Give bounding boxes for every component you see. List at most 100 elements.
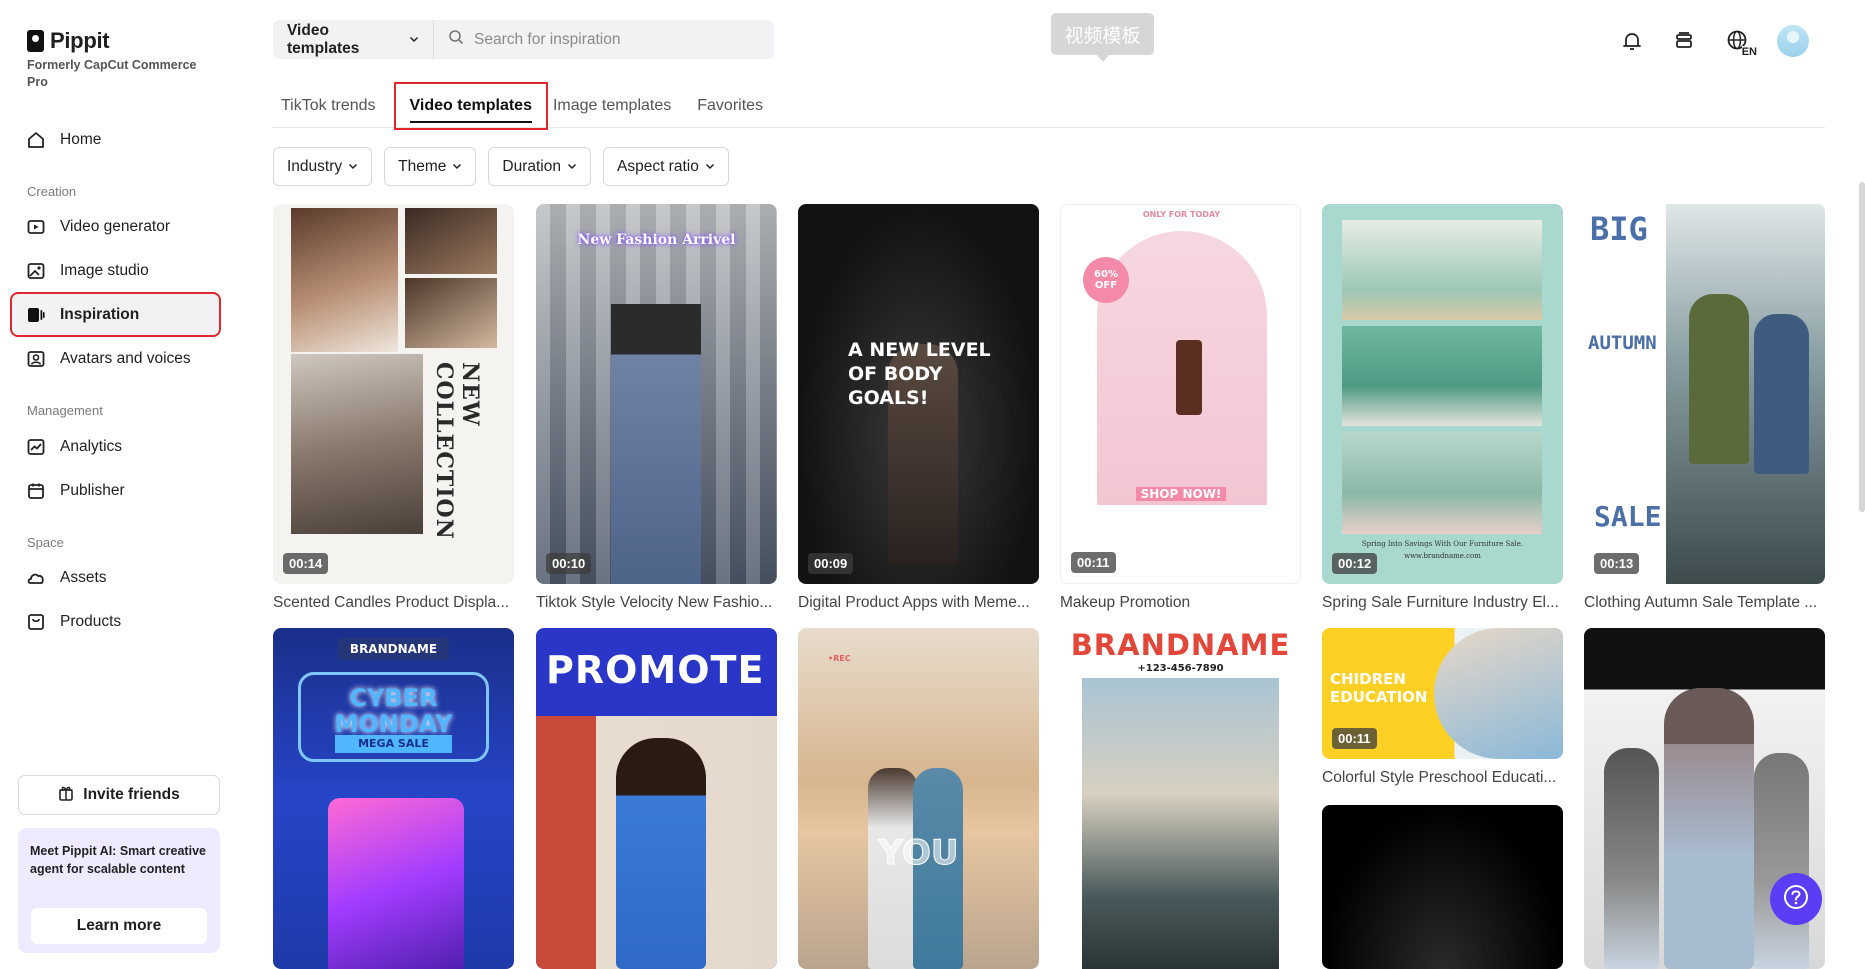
search-icon xyxy=(448,29,464,50)
duration-badge: 00:14 xyxy=(283,553,329,574)
tab-favorites[interactable]: Favorites xyxy=(692,84,768,128)
duration-badge: 00:11 xyxy=(1071,552,1116,573)
template-title: Clothing Autumn Sale Template ... xyxy=(1584,594,1818,611)
image-studio-icon xyxy=(26,261,46,281)
product-box-icon xyxy=(26,612,46,632)
sidebar: Pippit Formerly CapCut Commerce Pro Home… xyxy=(0,0,264,969)
template-thumbnail[interactable]: PROMOTE xyxy=(536,628,777,969)
overlay-text: A NEW LEVEL OF BODY GOALS! xyxy=(848,339,991,409)
sidebar-item-label: Avatars and voices xyxy=(60,349,191,367)
template-thumbnail[interactable]: BRANDNAME CYBER MONDAY MEGA SALE xyxy=(273,628,514,969)
pippit-logo-icon xyxy=(27,30,44,52)
overlay-text: MEGA SALE xyxy=(335,735,452,753)
chevron-down-icon xyxy=(409,31,419,49)
template-card[interactable]: BRANDNAME CYBER MONDAY MEGA SALE xyxy=(273,628,514,969)
sidebar-item-analytics[interactable]: Analytics xyxy=(12,426,219,467)
template-card[interactable]: BIG AUTUMN SALE 00:13 Clothing Autumn Sa… xyxy=(1584,204,1825,612)
overlay-text: SHOP NOW! xyxy=(1136,487,1226,501)
template-card[interactable]: BRANDNAME +123-456-7890 xyxy=(1060,628,1301,969)
learn-more-button[interactable]: Learn more xyxy=(31,908,207,944)
template-thumbnail[interactable]: A NEW LEVEL OF BODY GOALS! 00:09 xyxy=(798,204,1039,584)
template-thumbnail[interactable]: CHIDREN EDUCATION 00:11 xyxy=(1322,628,1563,759)
language-code: EN xyxy=(1741,46,1757,58)
template-card[interactable]: •REC YOU xyxy=(798,628,1039,969)
sidebar-item-label: Home xyxy=(60,130,102,148)
sidebar-item-assets[interactable]: Assets xyxy=(12,557,219,598)
template-card[interactable]: CHIDREN EDUCATION 00:11 Colorful Style P… xyxy=(1322,628,1563,787)
template-thumbnail[interactable]: BRANDNAME +123-456-7890 xyxy=(1060,628,1301,969)
template-tabs: TikTok trends Video templates Image temp… xyxy=(273,82,1825,130)
sidebar-item-products[interactable]: Products xyxy=(12,601,219,642)
sidebar-item-video-generator[interactable]: Video generator xyxy=(12,206,219,247)
pippit-ai-promo: Meet Pippit AI: Smart creative agent for… xyxy=(18,828,220,953)
sidebar-item-label: Publisher xyxy=(60,481,125,499)
filter-label: Aspect ratio xyxy=(616,157,699,175)
invite-friends-button[interactable]: Invite friends xyxy=(18,775,220,815)
user-avatar[interactable] xyxy=(1777,25,1809,57)
help-button[interactable] xyxy=(1770,873,1822,925)
filter-theme[interactable]: Theme xyxy=(384,147,477,186)
section-label-space: Space xyxy=(27,535,64,550)
template-card[interactable]: PROMOTE xyxy=(536,628,777,969)
overlay-text: AUTUMN xyxy=(1588,332,1657,354)
duration-badge: 00:12 xyxy=(1332,553,1378,574)
template-title: Digital Product Apps with Meme... xyxy=(798,594,1030,611)
calendar-icon xyxy=(26,481,46,501)
chevron-down-icon xyxy=(452,158,462,176)
filter-duration[interactable]: Duration xyxy=(488,147,591,186)
notification-bell-icon[interactable] xyxy=(1617,26,1647,56)
search-bar: Video templates xyxy=(273,20,774,59)
search-input[interactable] xyxy=(474,30,774,49)
tab-image-templates[interactable]: Image templates xyxy=(548,84,676,128)
promo-text: Meet Pippit AI: Smart creative agent for… xyxy=(30,844,206,876)
template-card[interactable]: New Fashion Arrivel 00:10 Tiktok Style V… xyxy=(536,204,777,612)
overlay-text: New Fashion Arrivel xyxy=(577,232,736,248)
sidebar-item-image-studio[interactable]: Image studio xyxy=(12,250,219,291)
template-thumbnail[interactable]: NEW COLLECTION 00:14 xyxy=(273,204,514,584)
template-card[interactable]: Spring Into Savings With Our Furniture S… xyxy=(1322,204,1563,612)
tab-video-templates[interactable]: Video templates xyxy=(393,82,548,130)
tooltip: 视频模板 xyxy=(1051,13,1154,62)
template-card[interactable] xyxy=(1322,805,1563,969)
inspiration-icon xyxy=(26,305,46,325)
question-mark-icon xyxy=(1783,884,1809,915)
duration-badge: 00:11 xyxy=(1332,728,1377,749)
search-scope-dropdown[interactable]: Video templates xyxy=(273,20,434,59)
brand-logo[interactable]: Pippit xyxy=(27,28,110,54)
sidebar-item-label: Inspiration xyxy=(60,305,140,323)
filter-label: Duration xyxy=(502,157,561,175)
invite-friends-label: Invite friends xyxy=(83,786,180,803)
template-title: Makeup Promotion xyxy=(1060,594,1191,611)
sidebar-item-publisher[interactable]: Publisher xyxy=(12,470,219,511)
search-scope-label: Video templates xyxy=(287,21,360,57)
overlay-text: YOU xyxy=(878,833,959,874)
sidebar-item-avatars-voices[interactable]: Avatars and voices xyxy=(12,338,219,379)
template-thumbnail[interactable]: BIG AUTUMN SALE 00:13 xyxy=(1584,204,1825,584)
template-thumbnail[interactable]: Spring Into Savings With Our Furniture S… xyxy=(1322,204,1563,584)
language-globe-icon[interactable]: EN xyxy=(1721,26,1757,58)
template-card[interactable]: A NEW LEVEL OF BODY GOALS! 00:09 Digital… xyxy=(798,204,1039,612)
sidebar-item-home[interactable]: Home xyxy=(12,119,219,160)
template-thumbnail[interactable]: ONLY FOR TODAY 60% OFF SHOP NOW! 00:11 xyxy=(1060,204,1301,584)
filter-label: Theme xyxy=(398,157,447,175)
overlay-text: BIG xyxy=(1590,210,1648,248)
stack-layers-icon[interactable] xyxy=(1669,26,1699,56)
sidebar-item-label: Image studio xyxy=(60,261,149,279)
filter-label: Industry xyxy=(287,157,343,175)
template-thumbnail[interactable]: New Fashion Arrivel 00:10 xyxy=(536,204,777,584)
scrollbar[interactable] xyxy=(1859,182,1865,512)
filter-aspect-ratio[interactable]: Aspect ratio xyxy=(602,147,729,186)
template-title: Scented Candles Product Displa... xyxy=(273,594,510,611)
overlay-text: PROMOTE xyxy=(546,648,765,692)
template-card[interactable]: ONLY FOR TODAY 60% OFF SHOP NOW! 00:11 M… xyxy=(1060,204,1301,612)
sidebar-item-inspiration[interactable]: Inspiration xyxy=(10,292,221,337)
brand-name: Pippit xyxy=(50,28,110,53)
template-card[interactable]: NEW COLLECTION 00:14 Scented Candles Pro… xyxy=(273,204,514,612)
section-label-creation: Creation xyxy=(27,184,77,199)
sidebar-item-label: Products xyxy=(60,612,122,630)
template-thumbnail[interactable] xyxy=(1322,805,1563,969)
tab-tiktok-trends[interactable]: TikTok trends xyxy=(276,84,381,128)
template-thumbnail[interactable]: •REC YOU xyxy=(798,628,1039,969)
filter-industry[interactable]: Industry xyxy=(273,147,373,186)
home-icon xyxy=(26,130,46,150)
